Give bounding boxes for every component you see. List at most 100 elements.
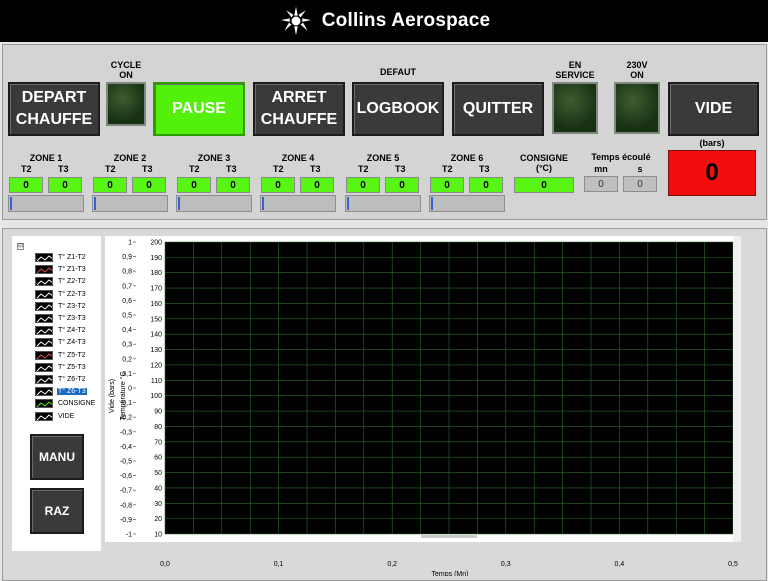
zone-label: ZONE 2 — [113, 153, 147, 163]
y-right-tick-label: 130 — [150, 347, 162, 354]
zone-t3-label: T3 — [58, 164, 69, 174]
raz-button[interactable]: RAZ — [30, 488, 84, 534]
legend-item[interactable]: T° Z1-T3 — [35, 264, 87, 275]
y-left-tick-label: -0,8 — [120, 502, 132, 509]
legend-item[interactable]: T° Z2-T3 — [35, 289, 87, 300]
x-tick-label: 0,2 — [387, 561, 397, 568]
vide-button[interactable]: VIDE — [668, 82, 759, 136]
x-tick-label: 0,5 — [728, 561, 738, 568]
y-right-tick-label: 30 — [154, 501, 162, 508]
x-scroll-thumb — [421, 535, 477, 538]
y-left-tick-label: 0,6 — [122, 298, 132, 305]
y-left-tick-label: -0,4 — [120, 444, 132, 451]
zone-t3-label: T3 — [310, 164, 321, 174]
en-service-label: EN SERVICE — [555, 60, 595, 80]
legend-item-label: T° Z4-T3 — [58, 339, 86, 347]
legend-swatch-icon — [35, 289, 53, 299]
y-left-tick-label: 0,4 — [122, 327, 132, 334]
legend-swatch-icon — [35, 375, 53, 384]
quitter-button[interactable]: QUITTER — [452, 82, 544, 136]
temperature-vacuum-chart[interactable]: 10,90,80,70,60,50,40,30,20,10-0,1-0,2-0,… — [105, 236, 741, 577]
legend-item[interactable]: T° Z2-T2 — [35, 276, 87, 287]
temps-mn-label: mn — [594, 164, 608, 174]
legend-item[interactable]: T° Z3-T2 — [35, 301, 87, 312]
legend-swatch-icon — [35, 411, 53, 421]
y-left-tick-label: 0,5 — [122, 313, 132, 320]
collins-logo-icon — [280, 6, 311, 36]
y-left-tick-label: -0,6 — [120, 473, 132, 480]
legend-swatch-icon — [35, 301, 53, 311]
legend-item[interactable]: T° Z6-T2 — [35, 374, 87, 385]
y-left-tick-label: -0,5 — [120, 459, 132, 466]
consigne-label: CONSIGNE (°C) — [519, 153, 568, 173]
y-left-tick-label: 0 — [128, 386, 132, 393]
legend-item[interactable]: T° Z4-T2 — [35, 325, 87, 336]
zone-t2-value: 0 — [346, 177, 380, 193]
legend-swatch-icon — [35, 326, 53, 336]
zone-t2-value: 0 — [261, 177, 295, 193]
y-left-tick-label: -0,3 — [120, 429, 132, 436]
zone-t2-label: T2 — [358, 164, 369, 174]
y-right-tick-label: 200 — [150, 240, 162, 247]
legend-collapse-icon[interactable]: ⊟ — [17, 243, 24, 250]
zone-progress-bar — [260, 195, 336, 212]
zone-t2-value: 0 — [9, 177, 43, 193]
depart-chauffe-button[interactable]: DEPART CHAUFFE — [8, 82, 100, 136]
y-left-tick-label: 0,8 — [122, 269, 132, 276]
x-axis-label: Temps (Mn) — [432, 571, 469, 576]
zone-t3-value: 0 — [216, 177, 250, 193]
y-right-tick-label: 140 — [150, 332, 162, 339]
zone-t2-value: 0 — [430, 177, 464, 193]
y-right-tick-label: 90 — [154, 409, 162, 416]
legend-swatch-icon — [35, 399, 53, 409]
y-left-axis-label: Vide (bars) — [109, 379, 116, 413]
legend-item-label: T° Z3-T3 — [58, 315, 86, 322]
pause-button[interactable]: PAUSE — [153, 82, 245, 136]
vide-pressure-display: 0 — [668, 150, 756, 196]
zone-t3-label: T3 — [395, 164, 406, 174]
logbook-button[interactable]: LOGBOOK — [352, 82, 444, 136]
legend-item[interactable]: T° Z5-T2 — [35, 350, 87, 361]
legend-item-label: VIDE — [58, 412, 75, 420]
legend-item-label: T° Z1-T3 — [58, 266, 86, 274]
chart-vertical-scrollbar[interactable] — [733, 236, 741, 542]
230v-on-indicator — [614, 82, 660, 134]
legend-item-label: T° Z6-T2 — [58, 376, 86, 383]
manu-button[interactable]: MANU — [30, 434, 84, 480]
legend-swatch-icon — [35, 253, 53, 262]
zone-t2-label: T2 — [442, 164, 453, 174]
zone-label: ZONE 4 — [281, 153, 315, 163]
x-tick-label: 0,1 — [274, 561, 284, 568]
legend-item[interactable]: T° Z5-T3 — [35, 362, 87, 373]
legend-item[interactable]: T° Z3-T3 — [35, 313, 87, 324]
y-right-axis-label: Température °C — [119, 371, 127, 420]
arret-chauffe-button[interactable]: ARRET CHAUFFE — [253, 82, 345, 136]
x-tick-label: 0,4 — [615, 561, 625, 568]
zone-label: ZONE 5 — [366, 153, 400, 163]
legend-item[interactable]: VIDE — [35, 411, 75, 422]
legend-item-label: T° Z2-T3 — [58, 290, 86, 298]
y-left-tick-label: 0,2 — [122, 356, 132, 363]
zone-progress-bar — [345, 195, 421, 212]
y-left-tick-label: 0,9 — [122, 254, 132, 261]
legend-item-label: T° Z1-T2 — [58, 254, 86, 261]
legend-item[interactable]: T° Z1-T2 — [35, 252, 87, 263]
zone-label: ZONE 6 — [450, 153, 484, 163]
cycle-on-label: CYCLE ON — [110, 60, 142, 80]
y-right-tick-label: 60 — [154, 455, 162, 462]
y-right-tick-label: 70 — [154, 439, 162, 446]
legend-item-label: T° Z2-T2 — [58, 278, 86, 286]
legend-item[interactable]: T° Z4-T3 — [35, 337, 87, 348]
y-right-tick-label: 170 — [150, 286, 162, 293]
en-service-indicator — [552, 82, 598, 134]
zone-t3-label: T3 — [226, 164, 237, 174]
zone-progress-bar — [92, 195, 168, 212]
legend-item[interactable]: T° Z6-T3 — [35, 386, 87, 397]
zone-t2-label: T2 — [273, 164, 284, 174]
x-tick-label: 0,0 — [160, 561, 170, 568]
y-right-tick-label: 110 — [151, 378, 162, 385]
legend-item[interactable]: CONSIGNE — [35, 398, 96, 409]
y-right-tick-label: 190 — [150, 255, 162, 262]
y-right-tick-label: 50 — [154, 470, 162, 477]
y-right-tick-label: 20 — [154, 516, 162, 523]
